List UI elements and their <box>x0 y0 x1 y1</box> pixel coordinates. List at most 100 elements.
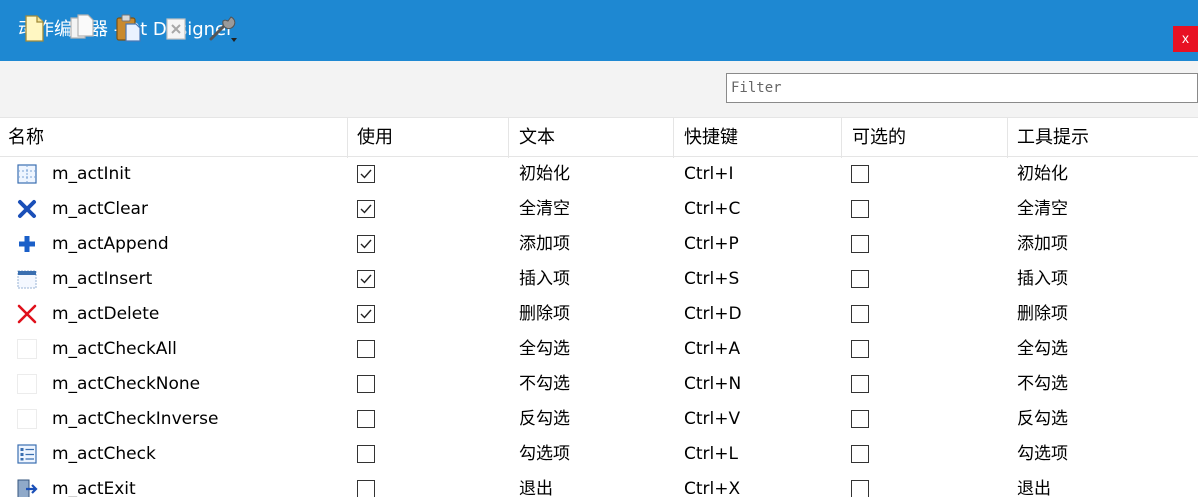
action-text: 全清空 <box>519 199 570 219</box>
action-tooltip: 反勾选 <box>1017 409 1068 429</box>
column-divider[interactable] <box>841 118 842 158</box>
action-shortcut: Ctrl+N <box>684 374 742 394</box>
used-checkbox[interactable] <box>357 235 375 253</box>
table-row[interactable]: m_actCheckAll 全勾选 Ctrl+A 全勾选 <box>0 332 1198 367</box>
column-divider[interactable] <box>1007 118 1008 158</box>
action-text: 添加项 <box>519 234 570 254</box>
configure-icon[interactable] <box>206 12 238 44</box>
action-tooltip: 添加项 <box>1017 234 1068 254</box>
filter-input[interactable] <box>726 73 1198 103</box>
insert-row-icon <box>16 268 38 290</box>
checkable-checkbox[interactable] <box>851 235 869 253</box>
used-checkbox[interactable] <box>357 410 375 428</box>
action-text: 插入项 <box>519 269 570 289</box>
blank-icon <box>16 338 38 360</box>
column-header-shortcut[interactable]: 快捷键 <box>680 118 738 158</box>
checkable-checkbox[interactable] <box>851 340 869 358</box>
action-text: 全勾选 <box>519 339 570 359</box>
table-row[interactable]: m_actInsert 插入项 Ctrl+S 插入项 <box>0 262 1198 297</box>
blank-icon <box>16 373 38 395</box>
action-name: m_actCheckNone <box>52 374 201 394</box>
action-name: m_actCheckInverse <box>52 409 219 429</box>
action-name: m_actAppend <box>52 234 169 254</box>
action-shortcut: Ctrl+S <box>684 269 740 289</box>
action-shortcut: Ctrl+L <box>684 444 738 464</box>
column-divider[interactable] <box>673 118 674 158</box>
used-checkbox[interactable] <box>357 200 375 218</box>
checkable-checkbox[interactable] <box>851 375 869 393</box>
column-header-checkable[interactable]: 可选的 <box>848 118 906 158</box>
close-button[interactable]: x <box>1173 26 1198 52</box>
checkable-checkbox[interactable] <box>851 480 869 497</box>
checkable-checkbox[interactable] <box>851 305 869 323</box>
action-name: m_actClear <box>52 199 148 219</box>
grid-icon <box>16 163 38 185</box>
column-divider[interactable] <box>508 118 509 158</box>
action-name: m_actInit <box>52 164 131 184</box>
action-shortcut: Ctrl+C <box>684 199 741 219</box>
action-text: 退出 <box>519 479 553 497</box>
table-row[interactable]: m_actAppend 添加项 Ctrl+P 添加项 <box>0 227 1198 262</box>
action-name: m_actDelete <box>52 304 160 324</box>
action-tooltip: 全清空 <box>1017 199 1068 219</box>
checkable-checkbox[interactable] <box>851 165 869 183</box>
used-checkbox[interactable] <box>357 375 375 393</box>
used-checkbox[interactable] <box>357 270 375 288</box>
column-header-used[interactable]: 使用 <box>353 118 393 158</box>
copy-icon[interactable] <box>66 12 98 44</box>
used-checkbox[interactable] <box>357 445 375 463</box>
action-tooltip: 插入项 <box>1017 269 1068 289</box>
table-row[interactable]: m_actDelete 删除项 Ctrl+D 删除项 <box>0 297 1198 332</box>
delete-x-icon <box>16 303 38 325</box>
table-row[interactable]: m_actCheckInverse 反勾选 Ctrl+V 反勾选 <box>0 402 1198 437</box>
clear-x-icon <box>16 198 38 220</box>
delete-icon[interactable] <box>160 12 192 44</box>
table-row[interactable]: m_actCheckNone 不勾选 Ctrl+N 不勾选 <box>0 367 1198 402</box>
action-text: 反勾选 <box>519 409 570 429</box>
action-tooltip: 勾选项 <box>1017 444 1068 464</box>
checkable-checkbox[interactable] <box>851 200 869 218</box>
action-name: m_actCheck <box>52 444 156 464</box>
action-shortcut: Ctrl+P <box>684 234 739 254</box>
action-text: 不勾选 <box>519 374 570 394</box>
table-row[interactable]: m_actCheck 勾选项 Ctrl+L 勾选项 <box>0 437 1198 472</box>
action-tooltip: 退出 <box>1017 479 1051 497</box>
action-shortcut: Ctrl+A <box>684 339 741 359</box>
list-icon <box>16 443 38 465</box>
used-checkbox[interactable] <box>357 340 375 358</box>
table-row[interactable]: m_actInit 初始化 Ctrl+I 初始化 <box>0 157 1198 192</box>
plus-icon <box>16 233 38 255</box>
action-shortcut: Ctrl+I <box>684 164 734 184</box>
used-checkbox[interactable] <box>357 305 375 323</box>
action-tooltip: 不勾选 <box>1017 374 1068 394</box>
action-shortcut: Ctrl+V <box>684 409 741 429</box>
column-header-name[interactable]: 名称 <box>4 118 44 158</box>
action-shortcut: Ctrl+D <box>684 304 742 324</box>
table-row[interactable]: m_actExit 退出 Ctrl+X 退出 <box>0 472 1198 497</box>
action-tooltip: 初始化 <box>1017 164 1068 184</box>
checkable-checkbox[interactable] <box>851 445 869 463</box>
paste-icon[interactable] <box>112 12 144 44</box>
action-text: 初始化 <box>519 164 570 184</box>
action-name: m_actExit <box>52 479 136 497</box>
column-header-text[interactable]: 文本 <box>515 118 555 158</box>
action-text: 勾选项 <box>519 444 570 464</box>
action-tooltip: 全勾选 <box>1017 339 1068 359</box>
blank-icon <box>16 408 38 430</box>
action-name: m_actInsert <box>52 269 153 289</box>
action-shortcut: Ctrl+X <box>684 479 741 497</box>
used-checkbox[interactable] <box>357 165 375 183</box>
action-text: 删除项 <box>519 304 570 324</box>
column-divider[interactable] <box>347 118 348 158</box>
column-header-tooltip[interactable]: 工具提示 <box>1013 118 1089 158</box>
checkable-checkbox[interactable] <box>851 410 869 428</box>
action-table: m_actInit 初始化 Ctrl+I 初始化 m_actClear 全清空 … <box>0 157 1198 497</box>
exit-icon <box>16 478 38 497</box>
table-header: 名称 使用 文本 快捷键 可选的 工具提示 <box>0 117 1198 158</box>
table-row[interactable]: m_actClear 全清空 Ctrl+C 全清空 <box>0 192 1198 227</box>
action-name: m_actCheckAll <box>52 339 177 359</box>
checkable-checkbox[interactable] <box>851 270 869 288</box>
new-action-icon[interactable] <box>18 12 50 44</box>
used-checkbox[interactable] <box>357 480 375 497</box>
action-tooltip: 删除项 <box>1017 304 1068 324</box>
